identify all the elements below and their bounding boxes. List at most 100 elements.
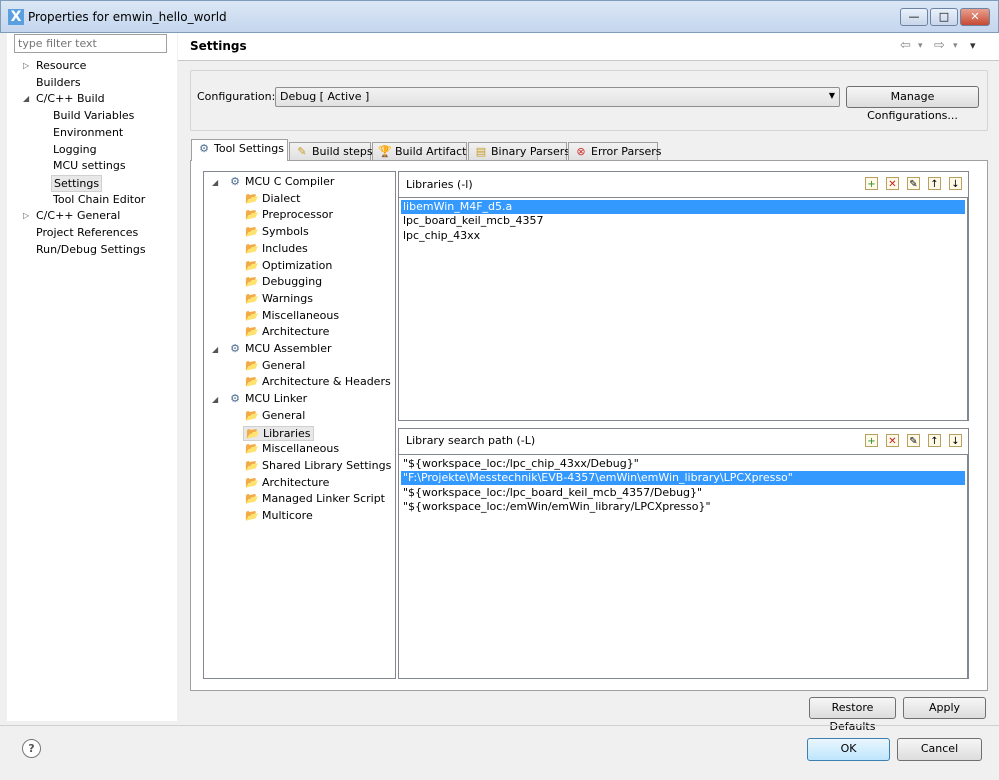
item-label: General	[262, 358, 306, 372]
view-menu-icon[interactable]: ▾	[970, 39, 976, 52]
folder-icon: 📂	[246, 426, 260, 440]
tab-label: Error Parsers	[591, 145, 662, 158]
option-item[interactable]: 📂 General	[243, 409, 307, 422]
nav-item[interactable]: Project References	[34, 225, 140, 240]
nav-item[interactable]: Builders	[34, 75, 83, 90]
tool-item[interactable]: ⚙ MCU Linker	[226, 392, 309, 405]
forward-icon[interactable]: ⇨	[934, 38, 945, 53]
item-label: Includes	[262, 241, 308, 255]
option-item[interactable]: 📂 Miscellaneous	[243, 309, 341, 322]
move-up-icon[interactable]: ↑	[928, 434, 941, 447]
list-item[interactable]: "${workspace_loc:/emWin/emWin_library/LP…	[401, 500, 965, 514]
item-label: Shared Library Settings	[262, 458, 392, 472]
collapse-toggle-icon[interactable]: ◢	[212, 178, 218, 187]
libraries-list[interactable]: libemWin_M4F_d5.a lpc_board_keil_mcb_4357…	[398, 197, 968, 421]
nav-item[interactable]: Build Variables	[51, 108, 136, 123]
nav-item[interactable]: Logging	[51, 142, 99, 157]
edit-icon[interactable]: ✎	[907, 177, 920, 190]
folder-icon: 📂	[245, 442, 259, 456]
ok-button[interactable]: OK	[807, 738, 890, 761]
expand-toggle-icon[interactable]: ◢	[23, 94, 29, 103]
option-item[interactable]: 📂 Architecture	[243, 476, 331, 489]
folder-icon: 📂	[245, 225, 259, 239]
back-menu-icon[interactable]: ▾	[918, 41, 923, 51]
delete-icon[interactable]: ✕	[886, 177, 899, 190]
delete-icon[interactable]: ✕	[886, 434, 899, 447]
option-item[interactable]: 📂 Managed Linker Script	[243, 492, 387, 505]
nav-item[interactable]: Settings	[51, 174, 103, 192]
nav-item[interactable]: Resource	[34, 58, 88, 73]
tab-build-steps[interactable]: ✎ Build steps	[289, 142, 373, 160]
error-icon: ⊗	[576, 145, 586, 158]
folder-icon: 📂	[245, 325, 259, 339]
item-label: Preprocessor	[262, 208, 334, 222]
forward-menu-icon[interactable]: ▾	[953, 41, 958, 51]
close-button[interactable]: ✕	[960, 8, 990, 26]
option-item[interactable]: 📂 Preprocessor	[243, 208, 335, 221]
nav-item[interactable]: C/C++ General	[34, 208, 122, 223]
back-icon[interactable]: ⇦	[900, 38, 911, 53]
maximize-button[interactable]: □	[930, 8, 958, 26]
folder-icon: 📂	[245, 375, 259, 389]
cancel-button[interactable]: Cancel	[897, 738, 982, 761]
item-label: Optimization	[262, 258, 333, 272]
folder-icon: 📂	[245, 258, 259, 272]
apply-button[interactable]: Apply	[903, 697, 986, 719]
option-item[interactable]: 📂 Includes	[243, 242, 310, 255]
nav-item[interactable]: MCU settings	[51, 158, 128, 173]
option-item[interactable]: 📂 Architecture & Headers	[243, 375, 393, 388]
option-item[interactable]: 📂 Shared Library Settings	[243, 459, 393, 472]
tab-binary-parsers[interactable]: ▤ Binary Parsers	[468, 142, 570, 160]
item-label: Multicore	[262, 509, 313, 522]
option-item[interactable]: 📂 Libraries	[243, 425, 314, 441]
help-icon[interactable]: ?	[22, 739, 41, 758]
tab-error-parsers[interactable]: ⊗ Error Parsers	[568, 142, 662, 160]
option-item[interactable]: 📂 Architecture	[243, 325, 331, 338]
list-item[interactable]: "${workspace_loc:/lpc_chip_43xx/Debug}"	[401, 457, 965, 471]
expand-toggle-icon[interactable]: ▷	[23, 211, 29, 220]
add-icon[interactable]: +	[865, 177, 878, 190]
tool-item[interactable]: ⚙ MCU C Compiler	[226, 175, 336, 188]
add-icon[interactable]: +	[865, 434, 878, 447]
nav-item[interactable]: Environment	[51, 125, 125, 140]
option-item[interactable]: 📂 Dialect	[243, 192, 302, 205]
tab-tool-settings[interactable]: ⚙ Tool Settings	[191, 139, 288, 161]
move-down-icon[interactable]: ↓	[949, 177, 962, 190]
option-item[interactable]: 📂 Debugging	[243, 275, 324, 288]
list-item[interactable]: lpc_chip_43xx	[401, 229, 965, 243]
expand-toggle-icon[interactable]: ▷	[23, 61, 29, 70]
filter-input[interactable]	[14, 34, 167, 53]
move-up-icon[interactable]: ↑	[928, 177, 941, 190]
option-item[interactable]: 📂 Warnings	[243, 292, 315, 305]
collapse-toggle-icon[interactable]: ◢	[212, 395, 218, 404]
restore-defaults-button[interactable]: Restore Defaults	[809, 697, 896, 733]
page-title: Settings	[190, 39, 247, 53]
tab-build-artifact[interactable]: 🏆 Build Artifact	[372, 142, 467, 160]
minimize-button[interactable]: —	[900, 8, 928, 26]
edit-icon[interactable]: ✎	[907, 434, 920, 447]
nav-item[interactable]: Tool Chain Editor	[51, 192, 147, 207]
option-item[interactable]: 📂 Multicore	[243, 509, 315, 522]
tool-item[interactable]: ⚙ MCU Assembler	[226, 342, 334, 355]
option-item[interactable]: 📂 Symbols	[243, 225, 311, 238]
option-item[interactable]: 📂 Optimization	[243, 259, 334, 272]
move-down-icon[interactable]: ↓	[949, 434, 962, 447]
configuration-select[interactable]: Debug [ Active ] ▼	[275, 87, 840, 107]
folder-icon: 📂	[245, 275, 259, 289]
list-item[interactable]: "${workspace_loc:/lpc_board_keil_mcb_435…	[401, 486, 965, 500]
libraries-title: Libraries (-l)	[406, 178, 473, 191]
folder-icon: 📂	[245, 492, 259, 506]
nav-item[interactable]: C/C++ Build	[34, 91, 107, 106]
option-item[interactable]: 📂 Miscellaneous	[243, 442, 341, 455]
tab-label: Binary Parsers	[491, 145, 570, 158]
collapse-toggle-icon[interactable]: ◢	[212, 345, 218, 354]
nav-item[interactable]: Run/Debug Settings	[34, 242, 148, 257]
list-item[interactable]: lpc_board_keil_mcb_4357	[401, 214, 965, 228]
search-path-list[interactable]: "${workspace_loc:/lpc_chip_43xx/Debug}" "…	[398, 454, 968, 679]
manage-configurations-button[interactable]: Manage Configurations...	[846, 86, 979, 122]
list-item[interactable]: "F:\Projekte\Messtechnik\EVB-4357\emWin\…	[401, 471, 965, 486]
option-item[interactable]: 📂 General	[243, 359, 307, 372]
list-item[interactable]: libemWin_M4F_d5.a	[401, 200, 965, 214]
folder-icon: 📂	[245, 475, 259, 489]
chevron-down-icon: ▼	[828, 91, 835, 100]
